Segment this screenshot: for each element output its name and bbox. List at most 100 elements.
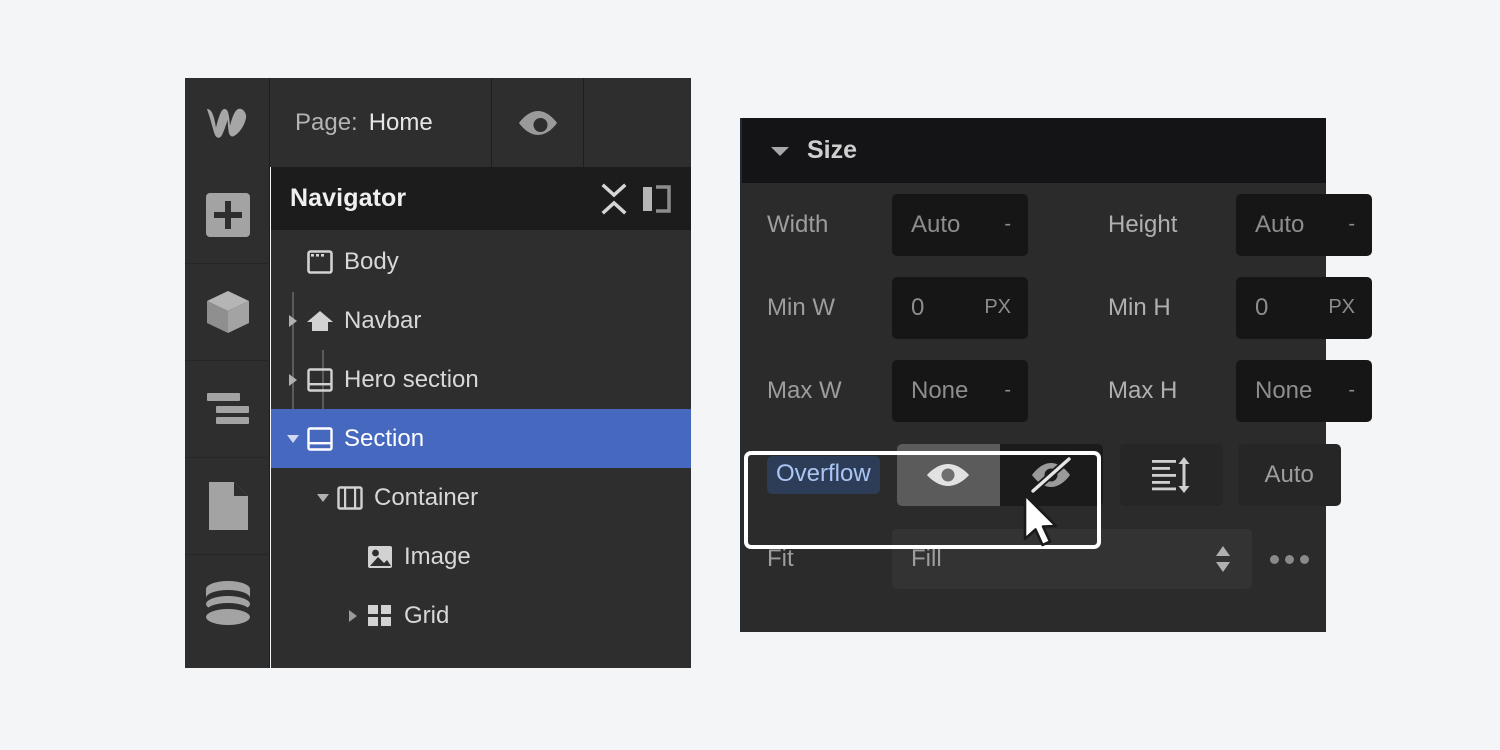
home-glyph-icon xyxy=(307,310,333,331)
top-bar-filler xyxy=(584,78,691,167)
height-unit[interactable]: - xyxy=(1348,213,1355,236)
overflow-auto-button[interactable]: Auto xyxy=(1237,444,1341,506)
tree-item-label: Hero section xyxy=(344,365,479,393)
grid-icon xyxy=(365,586,395,645)
size-panel-title: Size xyxy=(807,136,858,164)
size-panel-header[interactable]: Size xyxy=(742,118,1326,183)
tree-item-grid[interactable]: Grid xyxy=(271,586,691,645)
fit-select[interactable]: Fill xyxy=(892,529,1252,589)
left-toolbar xyxy=(185,167,270,668)
min-height-label: Min H xyxy=(1108,293,1171,321)
caret-down-icon xyxy=(287,434,299,443)
min-width-input[interactable]: 0 PX xyxy=(892,276,1028,339)
eye-icon xyxy=(927,464,970,486)
overflow-visible-button[interactable] xyxy=(896,444,1000,506)
row-width-height: Width Auto - Height Auto - xyxy=(742,183,1372,266)
sidebar-item-pages[interactable] xyxy=(185,458,270,555)
max-width-value: None xyxy=(911,376,969,404)
tree-item-label: Section xyxy=(344,424,425,452)
min-height-value: 0 xyxy=(1255,293,1269,321)
overflow-scroll-button[interactable] xyxy=(1119,444,1223,506)
screen: Page: Home Navigator Body Navbar Hero se… xyxy=(0,0,1500,750)
overflow-label[interactable]: Overflow xyxy=(767,456,880,494)
twisty-expanded-icon[interactable] xyxy=(311,468,335,527)
height-value: Auto xyxy=(1255,210,1305,238)
tree-item-label: Grid xyxy=(404,601,450,629)
cube-icon xyxy=(206,291,249,333)
tree-item-navbar[interactable]: Navbar xyxy=(271,291,691,350)
twisty-placeholder xyxy=(281,232,305,291)
preview-button[interactable] xyxy=(492,78,584,167)
fit-value: Fill xyxy=(911,545,942,572)
max-height-value: None xyxy=(1255,376,1313,404)
lines-icon xyxy=(206,393,249,424)
collapse-all-icon[interactable] xyxy=(597,182,631,216)
overflow-toggle-group xyxy=(896,444,1103,506)
page-selector[interactable]: Page: Home xyxy=(270,78,492,167)
tree-item-body[interactable]: Body xyxy=(271,232,691,291)
more-dot xyxy=(1300,554,1309,564)
tree-item-label: Image xyxy=(404,542,471,570)
navbar-icon xyxy=(305,291,335,350)
tree-item-label: Navbar xyxy=(344,306,422,334)
navigator-tree: Body Navbar Hero section Section Contain… xyxy=(271,230,691,645)
tree-item-label: Body xyxy=(344,247,399,275)
width-input[interactable]: Auto - xyxy=(892,193,1028,256)
panel-layout-icon[interactable] xyxy=(639,182,673,216)
tree-item-section[interactable]: Section xyxy=(271,409,691,468)
row-min-width-height: Min W 0 PX Min H 0 PX xyxy=(742,266,1372,349)
min-height-input[interactable]: 0 PX xyxy=(1236,276,1372,339)
mouse-pointer-icon xyxy=(1021,493,1063,553)
tree-item-container[interactable]: Container xyxy=(271,468,691,527)
sidebar-item-components[interactable] xyxy=(185,264,270,361)
scroll-icon xyxy=(1152,457,1190,493)
max-width-input[interactable]: None - xyxy=(892,359,1028,422)
sidebar-item-style-manager[interactable] xyxy=(185,361,270,458)
tree-item-image[interactable]: Image xyxy=(271,527,691,586)
container-glyph-icon xyxy=(337,485,363,510)
fit-label: Fit xyxy=(767,545,794,572)
eye-slash-icon xyxy=(1029,455,1073,495)
tree-item-hero-section[interactable]: Hero section xyxy=(271,350,691,409)
section-glyph-icon xyxy=(307,367,333,392)
more-dot xyxy=(1270,554,1279,564)
caret-down-icon xyxy=(317,493,329,502)
width-unit[interactable]: - xyxy=(1004,213,1011,236)
navigator-header: Navigator xyxy=(271,167,691,230)
section-icon xyxy=(305,350,335,409)
caret-down-icon[interactable] xyxy=(769,144,791,158)
max-width-unit[interactable]: - xyxy=(1004,379,1011,402)
section-icon xyxy=(305,409,335,468)
max-height-input[interactable]: None - xyxy=(1236,359,1372,422)
image-glyph-icon xyxy=(368,545,392,568)
up-down-caret-icon xyxy=(1216,546,1230,572)
height-label: Height xyxy=(1108,210,1178,238)
twisty-collapsed-icon[interactable] xyxy=(281,350,305,409)
sidebar-item-cms[interactable] xyxy=(185,555,270,652)
sidebar-item-add-elements[interactable] xyxy=(185,167,270,264)
body-glyph-icon xyxy=(307,249,333,274)
max-height-unit[interactable]: - xyxy=(1348,379,1355,402)
top-bar: Page: Home xyxy=(185,78,691,167)
navigator-group: Page: Home Navigator Body Navbar Hero se… xyxy=(185,78,691,668)
min-height-unit[interactable]: PX xyxy=(1328,296,1355,319)
grid-glyph-icon xyxy=(368,604,391,626)
twisty-placeholder xyxy=(341,527,365,586)
twisty-expanded-icon[interactable] xyxy=(281,409,305,468)
max-width-label: Max W xyxy=(767,376,842,404)
collapse-all-chevrons-icon xyxy=(601,183,627,214)
webflow-logo-button[interactable] xyxy=(185,78,270,167)
caret-right-icon xyxy=(289,373,297,386)
more-dot xyxy=(1285,554,1294,564)
twisty-collapsed-icon[interactable] xyxy=(341,586,365,645)
twisty-collapsed-icon[interactable] xyxy=(281,291,305,350)
overflow-auto-label: Auto xyxy=(1264,461,1314,488)
height-input[interactable]: Auto - xyxy=(1236,193,1372,256)
page-label: Page: xyxy=(295,108,358,136)
min-width-value: 0 xyxy=(911,293,925,321)
image-icon xyxy=(365,527,395,586)
min-width-unit[interactable]: PX xyxy=(984,296,1011,319)
panel-layout-glyph-icon xyxy=(643,184,671,213)
fit-more-button[interactable] xyxy=(1270,554,1309,564)
navigator-title: Navigator xyxy=(290,184,407,212)
